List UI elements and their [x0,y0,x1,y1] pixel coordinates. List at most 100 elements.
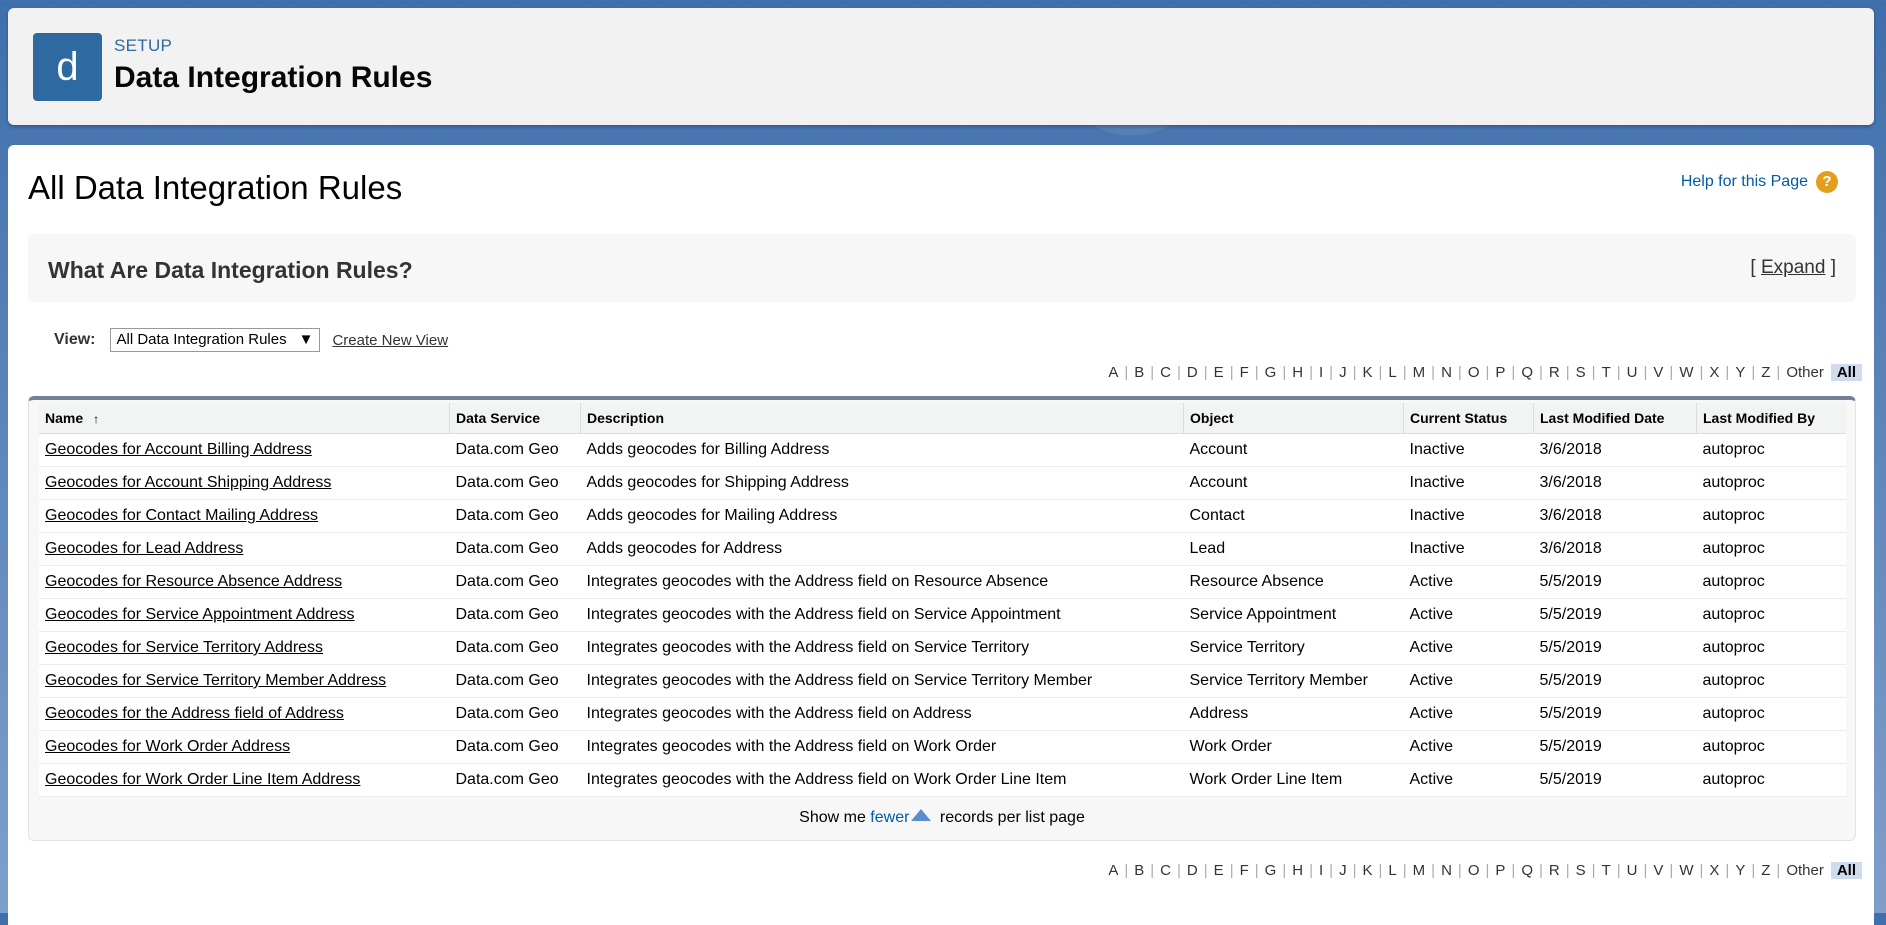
rule-name-link[interactable]: Geocodes for the Address field of Addres… [45,705,344,722]
cell-data-service: Data.com Geo [449,763,581,797]
alphabet-filter-r[interactable]: R [1546,862,1563,879]
alphabet-filter-j[interactable]: J [1336,862,1350,879]
alphabet-filter-j[interactable]: J [1336,364,1350,381]
alphabet-filter-z[interactable]: Z [1758,364,1773,381]
alphabet-filter-all[interactable]: All [1830,862,1862,879]
help-link[interactable]: Help for this Page [1681,173,1808,191]
rule-name-link[interactable]: Geocodes for Service Territory Member Ad… [45,672,386,689]
alphabet-filter-i[interactable]: I [1316,364,1326,381]
alphabet-filter-g[interactable]: G [1262,862,1280,879]
column-header-object[interactable]: Object [1183,403,1404,434]
expand-link[interactable]: Expand [1761,257,1825,278]
alphabet-filter-all[interactable]: All [1830,364,1862,381]
cell-data-service: Data.com Geo [449,466,581,500]
rule-name-link[interactable]: Geocodes for Account Shipping Address [45,474,331,491]
help-icon[interactable]: ? [1816,171,1838,193]
alphabet-filter-z[interactable]: Z [1758,862,1773,879]
alphabet-filter-i[interactable]: I [1316,862,1326,879]
alphabet-filter-e[interactable]: E [1211,862,1227,879]
column-header-last-modified-by[interactable]: Last Modified By [1696,403,1846,434]
alphabet-filter-l[interactable]: L [1385,862,1399,879]
alphabet-filter-c[interactable]: C [1157,364,1174,381]
alphabet-filter-a[interactable]: A [1105,862,1121,879]
alphabet-separator: | [1282,364,1287,381]
alphabet-filter-q[interactable]: Q [1518,364,1536,381]
alphabet-filter-k[interactable]: K [1359,364,1375,381]
alphabet-filter-r[interactable]: R [1546,364,1563,381]
alphabet-filter-x[interactable]: X [1706,862,1722,879]
alphabet-filter-m[interactable]: M [1410,862,1429,879]
table-row: Geocodes for Work Order Line Item Addres… [39,763,1846,797]
alphabet-filter-u[interactable]: U [1624,364,1641,381]
alphabet-filter-y[interactable]: Y [1732,862,1748,879]
alphabet-filter-top: A | B | C | D | E | F | G | H | I | J | K | L | M | N | O | P | Q | R | S | T |… [1105,364,1862,381]
alphabet-filter-h[interactable]: H [1289,862,1306,879]
rule-name-link[interactable]: Geocodes for Service Appointment Address [45,606,355,623]
column-header-last-modified-date[interactable]: Last Modified Date [1533,403,1697,434]
alphabet-filter-u[interactable]: U [1624,862,1641,879]
alphabet-filter-t[interactable]: T [1599,364,1614,381]
alphabet-filter-s[interactable]: S [1573,862,1589,879]
create-new-view-link[interactable]: Create New View [332,332,448,349]
rule-name-link[interactable]: Geocodes for Resource Absence Address [45,573,342,590]
alphabet-filter-f[interactable]: F [1237,862,1252,879]
alphabet-filter-w[interactable]: W [1676,862,1696,879]
alphabet-filter-n[interactable]: N [1438,364,1455,381]
alphabet-filter-a[interactable]: A [1105,364,1121,381]
alphabet-filter-o[interactable]: O [1465,364,1483,381]
cell-name: Geocodes for Account Shipping Address [39,466,450,500]
alphabet-filter-x[interactable]: X [1706,364,1722,381]
rule-name-link[interactable]: Geocodes for Service Territory Address [45,639,323,656]
alphabet-filter-k[interactable]: K [1359,862,1375,879]
rule-name-link[interactable]: Geocodes for Work Order Line Item Addres… [45,771,360,788]
alphabet-filter-y[interactable]: Y [1732,364,1748,381]
rule-name-link[interactable]: Geocodes for Account Billing Address [45,441,312,458]
alphabet-filter-p[interactable]: P [1492,862,1508,879]
alphabet-filter-d[interactable]: D [1184,364,1201,381]
rule-name-link[interactable]: Geocodes for Work Order Address [45,738,290,755]
rule-name-link[interactable]: Geocodes for Contact Mailing Address [45,507,318,524]
alphabet-filter-w[interactable]: W [1676,364,1696,381]
sort-ascending-icon[interactable]: ↑ [93,412,99,426]
alphabet-filter-t[interactable]: T [1599,862,1614,879]
alphabet-separator: | [1699,862,1704,879]
cell-object: Service Territory [1183,631,1404,665]
alphabet-filter-g[interactable]: G [1262,364,1280,381]
alphabet-filter-b[interactable]: B [1131,364,1147,381]
alphabet-filter-o[interactable]: O [1465,862,1483,879]
alphabet-filter-h[interactable]: H [1289,364,1306,381]
view-select[interactable]: All Data Integration Rules ▼ [109,328,321,352]
rule-name-link[interactable]: Geocodes for Lead Address [45,540,243,557]
alphabet-filter-n[interactable]: N [1438,862,1455,879]
alphabet-filter-e[interactable]: E [1211,364,1227,381]
alphabet-filter-s[interactable]: S [1573,364,1589,381]
cell-modified-date: 5/5/2019 [1533,697,1697,731]
alphabet-separator: | [1538,364,1543,381]
alphabet-separator: | [1352,862,1357,879]
fewer-records-link[interactable]: fewer [870,809,909,826]
triangle-up-icon[interactable] [911,809,932,821]
alphabet-filter-p[interactable]: P [1492,364,1508,381]
column-header-name[interactable]: Name ↑ [39,403,450,434]
alphabet-filter-v[interactable]: V [1650,364,1666,381]
alphabet-filter-l[interactable]: L [1385,364,1399,381]
column-header-current-status[interactable]: Current Status [1403,403,1534,434]
table-header-row: Name ↑ Data Service Description Object Cu… [39,403,1846,434]
alphabet-separator: | [1329,862,1334,879]
alphabet-filter-b[interactable]: B [1131,862,1147,879]
column-header-description[interactable]: Description [580,403,1184,434]
alphabet-filter-d[interactable]: D [1184,862,1201,879]
alphabet-filter-f[interactable]: F [1237,364,1252,381]
info-box: What Are Data Integration Rules? [ Expan… [28,234,1856,302]
column-header-data-service[interactable]: Data Service [449,403,581,434]
alphabet-filter-other[interactable]: Other [1783,364,1827,381]
cell-data-service: Data.com Geo [449,631,581,665]
alphabet-filter-other[interactable]: Other [1783,862,1827,879]
alphabet-filter-v[interactable]: V [1650,862,1666,879]
alphabet-separator: | [1669,364,1674,381]
alphabet-separator: | [1565,364,1570,381]
alphabet-filter-c[interactable]: C [1157,862,1174,879]
alphabet-filter-q[interactable]: Q [1518,862,1536,879]
cell-name: Geocodes for Service Territory Address [39,631,450,665]
alphabet-filter-m[interactable]: M [1410,364,1429,381]
